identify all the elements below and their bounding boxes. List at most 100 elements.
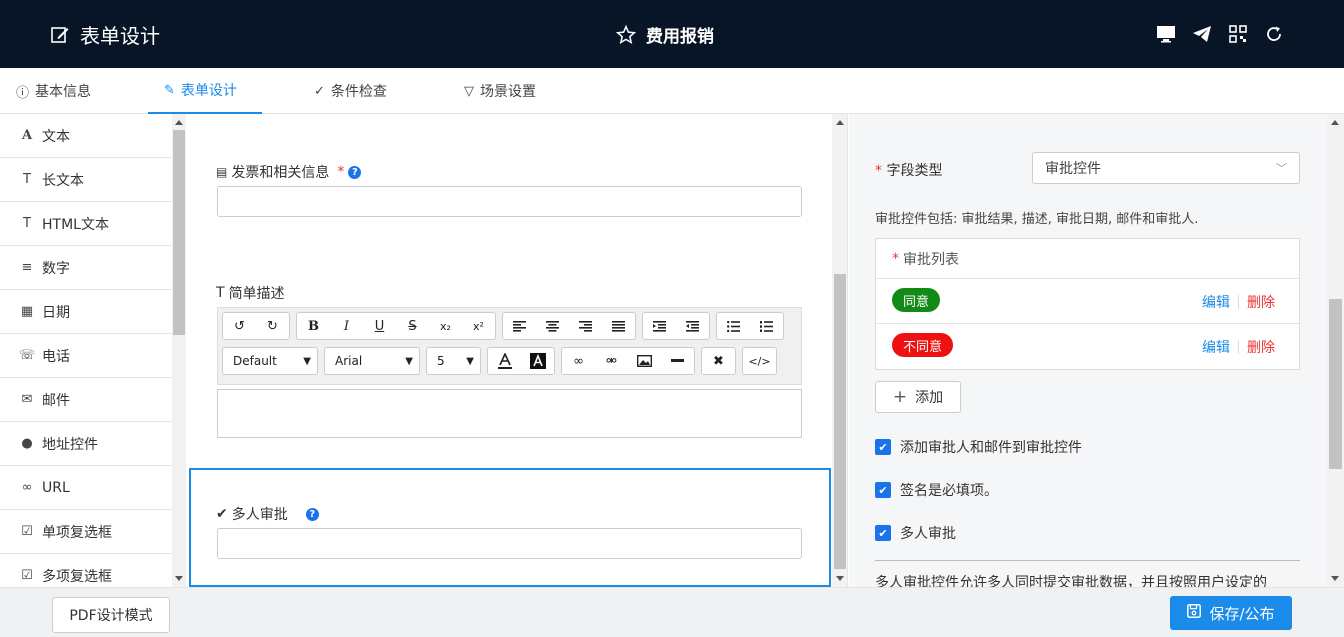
link-icon[interactable]: ∞ (562, 348, 595, 374)
code-view-icon[interactable]: </> (743, 348, 776, 374)
palette-item-number[interactable]: ≡ 数字 (0, 246, 172, 290)
add-approval-button[interactable]: + 添加 (875, 381, 961, 413)
checkbox-multi-approval[interactable]: ✔ 多人审批 (875, 523, 956, 543)
palette-item-phone[interactable]: ☏ 电话 (0, 334, 172, 378)
calendar-icon: ▦ (20, 304, 34, 319)
italic-button[interactable]: I (330, 313, 363, 339)
scroll-up-arrow[interactable] (836, 120, 844, 125)
align-center-icon[interactable] (536, 313, 569, 339)
add-button-label: 添加 (915, 390, 944, 406)
divider (875, 560, 1300, 561)
edit-link[interactable]: 编辑 (1202, 337, 1230, 357)
undo-icon[interactable]: ↺ (223, 313, 256, 339)
refresh-icon[interactable] (1264, 24, 1284, 44)
checkbox-add-approver-email[interactable]: ✔ 添加审批人和邮件到审批控件 (875, 437, 1082, 457)
align-group (502, 312, 636, 340)
palette-item-label: 多项复选框 (42, 568, 112, 585)
scroll-up-arrow[interactable] (1331, 120, 1339, 125)
palette-item-multi-checkbox[interactable]: ☑ 多项复选框 (0, 554, 172, 587)
align-left-icon[interactable] (503, 313, 536, 339)
help-icon[interactable]: ? (305, 507, 319, 521)
scroll-up-arrow[interactable] (175, 120, 183, 125)
checkbox-checked-icon[interactable]: ✔ (875, 439, 891, 455)
rich-text-toolbar: ↺ ↻ B I U S x₂ x² Default ▼ Arial ▼ 5 ▼ … (217, 307, 802, 385)
background-color-icon[interactable] (521, 348, 554, 374)
list-ol-icon[interactable] (750, 313, 783, 339)
help-icon[interactable]: ? (348, 165, 362, 179)
monitor-icon[interactable] (1156, 24, 1176, 44)
palette-item-single-checkbox[interactable]: ☑ 单项复选框 (0, 510, 172, 554)
check-icon: ✔ (216, 506, 228, 522)
delete-link[interactable]: 删除 (1247, 292, 1275, 312)
indent-icon[interactable] (643, 313, 676, 339)
align-justify-icon[interactable] (602, 313, 635, 339)
scrollbar-thumb[interactable] (834, 274, 846, 569)
chevron-down-icon: ﹀ (1276, 162, 1287, 175)
tab-label: 条件检查 (330, 84, 387, 100)
star-icon[interactable] (616, 24, 636, 45)
palette-scrollbar[interactable] (172, 114, 186, 587)
style-group: B I U S x₂ x² (296, 312, 496, 340)
subscript-button[interactable]: x₂ (429, 313, 462, 339)
checkbox-label: 添加审批人和邮件到审批控件 (900, 440, 1082, 456)
font-select[interactable]: Arial ▼ (324, 347, 420, 375)
description-editor[interactable] (217, 389, 802, 438)
scroll-down-arrow[interactable] (1331, 576, 1339, 581)
header-actions (1156, 24, 1284, 44)
canvas-scrollbar[interactable] (832, 114, 848, 587)
send-icon[interactable] (1192, 24, 1212, 44)
font-size-select[interactable]: 5 ▼ (426, 347, 481, 375)
divider (1238, 295, 1239, 309)
tab-condition-check[interactable]: ✓ 条件检查 (314, 68, 387, 114)
palette-item-date[interactable]: ▦ 日期 (0, 290, 172, 334)
align-right-icon[interactable] (569, 313, 602, 339)
scroll-down-arrow[interactable] (175, 576, 183, 581)
scrollbar-thumb[interactable] (173, 130, 185, 335)
palette-item-long-text[interactable]: T 长文本 (0, 158, 172, 202)
edit-link[interactable]: 编辑 (1202, 292, 1230, 312)
multi-approval-input[interactable] (217, 528, 802, 559)
indent-group (642, 312, 710, 340)
invoice-input[interactable] (217, 186, 802, 217)
text-height-icon: T (216, 285, 225, 301)
tab-scene-settings[interactable]: ▽ 场景设置 (464, 68, 536, 114)
status-badge: 同意 (892, 288, 941, 312)
save-icon (1187, 604, 1202, 622)
superscript-button[interactable]: x² (462, 313, 495, 339)
list-ul-icon[interactable] (717, 313, 750, 339)
tab-basic-info[interactable]: ⓘ 基本信息 (16, 68, 91, 114)
checkbox-checked-icon[interactable]: ✔ (875, 525, 891, 541)
font-color-icon[interactable] (488, 348, 521, 374)
bold-button[interactable]: B (297, 313, 330, 339)
header-center: 费用报销 (616, 22, 714, 47)
scroll-down-arrow[interactable] (836, 576, 844, 581)
save-publish-button[interactable]: 保存/公布 (1170, 596, 1292, 630)
clear-format-icon[interactable]: ✖ (702, 348, 735, 374)
image-icon[interactable] (628, 348, 661, 374)
required-mark: * (892, 250, 899, 267)
scrollbar-thumb[interactable] (1329, 299, 1342, 469)
horizontal-rule-icon[interactable] (661, 348, 694, 374)
outdent-icon[interactable] (676, 313, 709, 339)
checkbox-checked-icon[interactable]: ✔ (875, 482, 891, 498)
list-ol-icon: ≡ (21, 260, 33, 275)
qrcode-icon[interactable] (1228, 24, 1248, 44)
palette-item-text[interactable]: A 文本 (0, 114, 172, 158)
checkbox-signature-required[interactable]: ✔ 签名是必填项。 (875, 480, 998, 500)
toolbar-row-1: ↺ ↻ B I U S x₂ x² (222, 312, 784, 340)
underline-button[interactable]: U (363, 313, 396, 339)
palette-item-html-text[interactable]: T HTML文本 (0, 202, 172, 246)
palette-item-url[interactable]: ∞ URL (0, 466, 172, 510)
palette-item-label: URL (42, 479, 70, 496)
palette-item-email[interactable]: ✉ 邮件 (0, 378, 172, 422)
pdf-design-mode-button[interactable]: PDF设计模式 (52, 597, 170, 633)
redo-icon[interactable]: ↻ (256, 313, 289, 339)
palette-item-address[interactable]: ● 地址控件 (0, 422, 172, 466)
tab-form-design[interactable]: ✎ 表单设计 (148, 68, 262, 114)
panel-scrollbar[interactable] (1327, 114, 1344, 587)
strikethrough-button[interactable]: S (396, 313, 429, 339)
field-type-select[interactable]: 审批控件 ﹀ (1032, 152, 1300, 184)
format-select[interactable]: Default ▼ (222, 347, 318, 375)
unlink-icon[interactable]: ⚮ (595, 348, 628, 374)
delete-link[interactable]: 删除 (1247, 337, 1275, 357)
